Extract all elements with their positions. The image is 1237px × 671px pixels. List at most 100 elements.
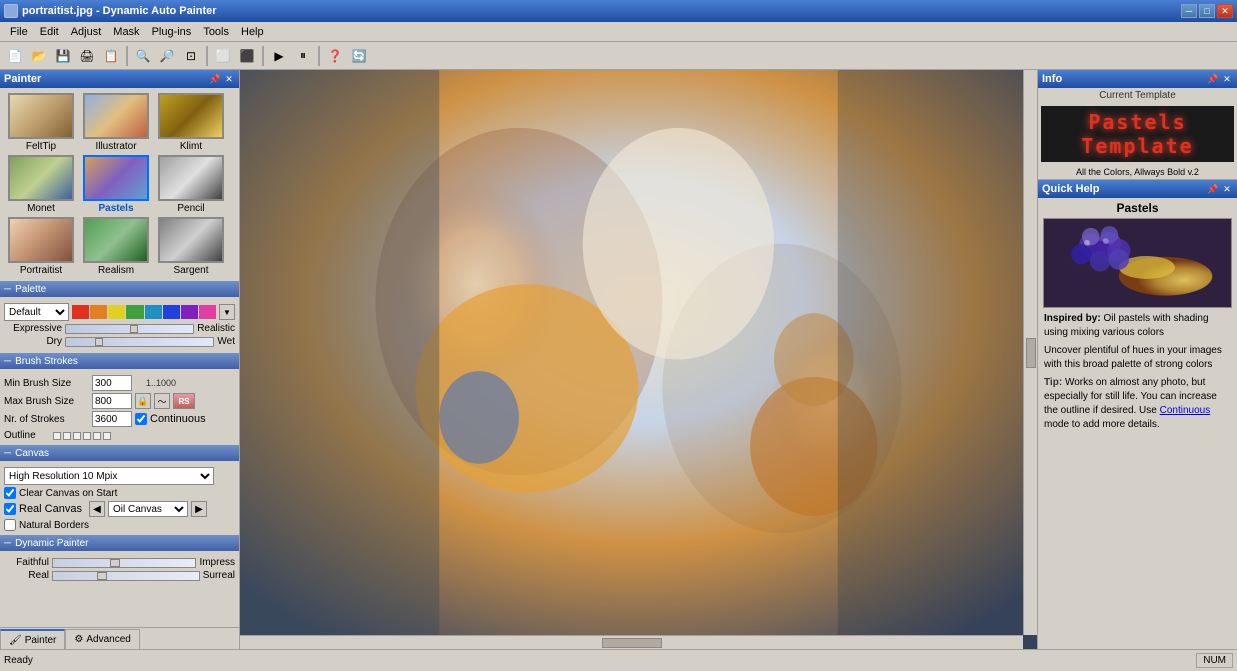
minimize-button[interactable]: ─ <box>1181 4 1197 18</box>
swatch-purple[interactable] <box>181 305 198 319</box>
palette-section-header[interactable]: ─ Palette <box>0 281 239 297</box>
swatch-cyan[interactable] <box>145 305 162 319</box>
canvas-next-button[interactable]: ▶ <box>191 501 207 517</box>
swatch-dropdown[interactable]: ▼ <box>219 304 235 320</box>
continuous-link[interactable]: Continuous <box>1160 405 1211 416</box>
swatch-pink[interactable] <box>199 305 216 319</box>
info-pin-button[interactable]: 📌 <box>1207 73 1219 85</box>
palette-select[interactable]: Default <box>4 303 69 321</box>
tip-label: Tip: <box>1044 377 1062 388</box>
maximize-button[interactable]: □ <box>1199 4 1215 18</box>
brush-section-header[interactable]: ─ Brush Strokes <box>0 353 239 369</box>
wave-button[interactable]: 〜 <box>154 393 170 409</box>
swatch-green[interactable] <box>126 305 143 319</box>
dp-section-header[interactable]: ─ Dynamic Painter <box>0 535 239 551</box>
help-pin-button[interactable]: 📌 <box>1207 183 1219 195</box>
swatch-red[interactable] <box>72 305 89 319</box>
real-canvas-checkbox[interactable] <box>4 503 16 515</box>
template-realism[interactable]: Realism <box>80 217 152 276</box>
template-monet[interactable]: Monet <box>5 155 77 214</box>
panel-pin-button[interactable]: 📌 <box>209 73 221 85</box>
info-close-button[interactable]: ✕ <box>1221 73 1233 85</box>
natural-borders-checkbox[interactable] <box>4 519 16 531</box>
tab-painter-label: Painter <box>25 635 57 646</box>
zoom-in-button[interactable]: 🔎 <box>156 45 178 67</box>
template-illustrator[interactable]: Illustrator <box>80 93 152 152</box>
faithful-slider[interactable] <box>52 558 196 568</box>
max-brush-input[interactable] <box>92 393 132 409</box>
outline-dot-6[interactable] <box>103 432 111 440</box>
close-button[interactable]: ✕ <box>1217 4 1233 18</box>
canvas-prev-button[interactable]: ◀ <box>89 501 105 517</box>
menu-file[interactable]: File <box>4 24 34 40</box>
template-klimt[interactable]: Klimt <box>155 93 227 152</box>
save-button[interactable]: 💾 <box>52 45 74 67</box>
outline-dot-3[interactable] <box>73 432 81 440</box>
brush-title: Brush Strokes <box>15 356 78 367</box>
continuous-checkbox[interactable] <box>135 413 147 425</box>
panel-close-button[interactable]: ✕ <box>223 73 235 85</box>
print-button[interactable]: 🖨 <box>76 45 98 67</box>
min-brush-input[interactable] <box>92 375 132 391</box>
template-pencil[interactable]: Pencil <box>155 155 227 214</box>
real-canvas-row: Real Canvas ◀ Oil Canvas ▶ <box>4 501 235 517</box>
canvas-type-select[interactable]: Oil Canvas <box>108 501 188 517</box>
browse-button[interactable]: 📋 <box>100 45 122 67</box>
tab-advanced[interactable]: ⚙ Advanced <box>65 629 139 649</box>
lock-button[interactable]: 🔒 <box>135 393 151 409</box>
palette-content: Default ▼ Expressive <box>0 297 239 353</box>
vscroll-thumb[interactable] <box>1026 338 1036 368</box>
canvas-resolution-select[interactable]: High Resolution 10 Mpix <box>4 467 214 485</box>
strokes-input[interactable] <box>92 411 132 427</box>
menu-mask[interactable]: Mask <box>107 24 145 40</box>
canvas-button[interactable]: ⬜ <box>212 45 234 67</box>
real-slider[interactable] <box>52 571 200 581</box>
template-display: Pastels Template <box>1041 106 1234 162</box>
template-sargent[interactable]: Sargent <box>155 217 227 276</box>
pause-button[interactable]: ⏸ <box>292 45 314 67</box>
palette-title: Palette <box>15 284 46 295</box>
painting-area <box>240 70 1037 649</box>
menu-help[interactable]: Help <box>235 24 270 40</box>
menu-edit[interactable]: Edit <box>34 24 65 40</box>
dry-label: Dry <box>4 336 62 347</box>
vertical-scrollbar[interactable] <box>1023 70 1037 635</box>
info-title: Info <box>1042 73 1062 85</box>
brush-content: Min Brush Size 1..1000 Max Brush Size 🔒 … <box>0 369 239 445</box>
horizontal-scrollbar[interactable] <box>240 635 1023 649</box>
rs-button[interactable]: RS <box>173 393 195 409</box>
zoom-out-button[interactable]: 🔍 <box>132 45 154 67</box>
help-section-title: Pastels <box>1038 198 1237 218</box>
template-label-monet: Monet <box>27 203 55 214</box>
current-template-label: Current Template <box>1038 88 1237 103</box>
rotate-button[interactable]: 🔄 <box>348 45 370 67</box>
help-close-button[interactable]: ✕ <box>1221 183 1233 195</box>
dry-slider[interactable] <box>65 337 214 347</box>
outline-dot-4[interactable] <box>83 432 91 440</box>
swatch-blue[interactable] <box>163 305 180 319</box>
template-pastels[interactable]: Pastels <box>80 155 152 214</box>
canvas-section-header[interactable]: ─ Canvas <box>0 445 239 461</box>
swatch-orange[interactable] <box>90 305 107 319</box>
new-button[interactable]: 📄 <box>4 45 26 67</box>
help-button[interactable]: ❓ <box>324 45 346 67</box>
canvas-alt-button[interactable]: ⬛ <box>236 45 258 67</box>
zoom-fit-button[interactable]: ⊡ <box>180 45 202 67</box>
menu-tools[interactable]: Tools <box>197 24 235 40</box>
template-portraitist[interactable]: Portraitist <box>5 217 77 276</box>
tab-painter[interactable]: 🖌 Painter <box>0 629 65 649</box>
expressive-slider[interactable] <box>65 324 194 334</box>
min-brush-label: Min Brush Size <box>4 378 89 389</box>
app-icon <box>4 4 18 18</box>
hscroll-thumb[interactable] <box>602 638 662 648</box>
outline-dot-2[interactable] <box>63 432 71 440</box>
swatch-yellow[interactable] <box>108 305 125 319</box>
template-felttip[interactable]: FeltTip <box>5 93 77 152</box>
open-button[interactable]: 📂 <box>28 45 50 67</box>
outline-dot-5[interactable] <box>93 432 101 440</box>
menu-plugins[interactable]: Plug-ins <box>146 24 198 40</box>
clear-canvas-checkbox[interactable] <box>4 487 16 499</box>
play-button[interactable]: ▶ <box>268 45 290 67</box>
menu-adjust[interactable]: Adjust <box>65 24 108 40</box>
outline-dot-1[interactable] <box>53 432 61 440</box>
